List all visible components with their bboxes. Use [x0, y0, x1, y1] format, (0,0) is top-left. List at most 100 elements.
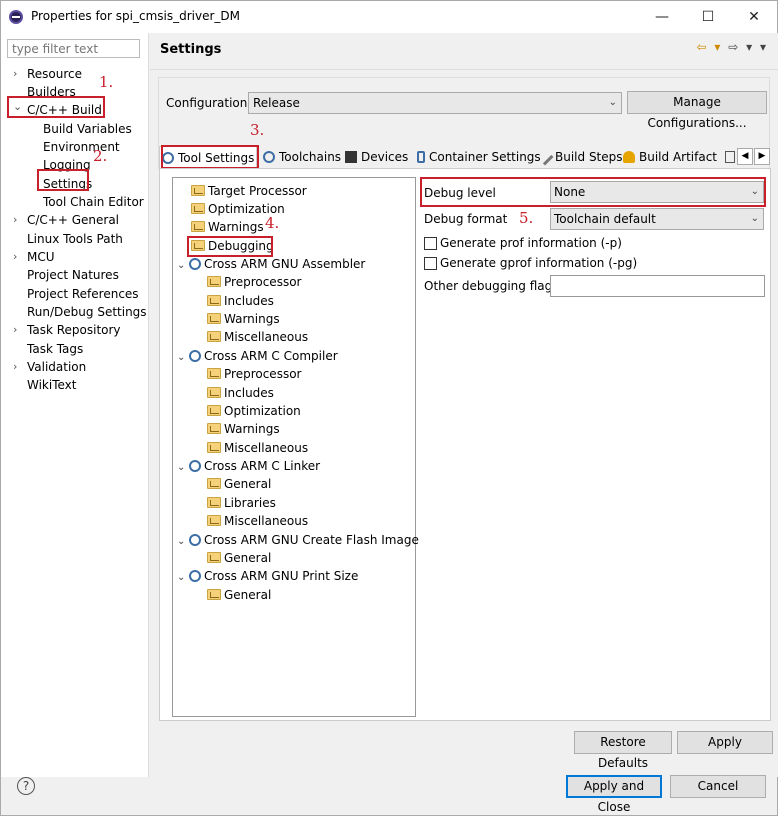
nav-item-cpp-general[interactable]: › C/C++ General: [13, 211, 119, 229]
tab-overflow-icon[interactable]: [723, 146, 737, 168]
tree-cross-arm-gnu-print-size[interactable]: ⌄ Cross ARM GNU Print Size: [177, 567, 358, 585]
nav-item-run-debug-settings[interactable]: Run/Debug Settings: [27, 303, 147, 321]
configuration-select[interactable]: Release ⌄: [248, 92, 622, 114]
nav-item-validation[interactable]: › Validation: [13, 358, 86, 376]
nav-item-linux-tools-path[interactable]: Linux Tools Path: [27, 230, 123, 248]
help-icon[interactable]: ?: [17, 777, 35, 795]
devices-icon: [345, 151, 357, 163]
tab-scroll-right-icon[interactable]: ▶: [754, 148, 770, 165]
filter-input[interactable]: [7, 39, 140, 58]
nav-item-tool-chain-editor[interactable]: Tool Chain Editor: [43, 193, 144, 211]
nav-item-environment[interactable]: Environment: [43, 138, 120, 156]
tree-miscellaneous[interactable]: Miscellaneous: [207, 439, 308, 457]
nav-item-wikitext[interactable]: WikiText: [27, 376, 77, 394]
nav-item-mcu[interactable]: › MCU: [13, 248, 55, 266]
header-separator: [150, 69, 778, 70]
highlight-debug-level: [420, 177, 766, 207]
gprof-label: Generate gprof information (-pg): [440, 256, 638, 270]
tree-cross-arm-gnu-create-flash-image[interactable]: ⌄ Cross ARM GNU Create Flash Image: [177, 531, 419, 549]
tab-scroll-left-icon[interactable]: ◀: [737, 148, 753, 165]
tree-cross-arm-c-compiler[interactable]: ⌄ Cross ARM C Compiler: [177, 347, 338, 365]
annotation-1: 1.: [99, 73, 114, 91]
close-button[interactable]: ✕: [731, 1, 777, 33]
settings-header: Settings ⇦ ▾ ⇨ ▾ ▾: [150, 33, 778, 67]
tree-warnings[interactable]: Warnings: [207, 310, 280, 328]
cancel-button[interactable]: Cancel: [670, 775, 766, 798]
apply-and-close-button[interactable]: Apply and Close: [566, 775, 662, 814]
tree-includes[interactable]: Includes: [207, 384, 274, 402]
prof-checkbox[interactable]: [424, 237, 437, 250]
folder-icon: [207, 497, 221, 508]
annotation-3: 3.: [250, 121, 265, 139]
nav-item-project-references[interactable]: Project References: [27, 285, 139, 303]
window-title: Properties for spi_cmsis_driver_DM: [31, 9, 240, 23]
tree-general[interactable]: General: [207, 586, 271, 604]
title-bar: Properties for spi_cmsis_driver_DM — ☐ ✕: [1, 1, 777, 33]
tree-includes[interactable]: Includes: [207, 292, 274, 310]
tree-miscellaneous[interactable]: Miscellaneous: [207, 328, 308, 346]
debug-format-label: Debug format: [424, 212, 508, 226]
debug-format-select[interactable]: Toolchain default ⌄: [550, 208, 764, 230]
tree-warnings[interactable]: Warnings: [191, 218, 264, 236]
chevron-down-icon: ⌄: [750, 213, 759, 224]
manage-configurations-button[interactable]: Manage Configurations...: [627, 91, 767, 130]
tree-general[interactable]: General: [207, 475, 271, 493]
maximize-button[interactable]: ☐: [685, 1, 731, 33]
tab-devices[interactable]: Devices: [343, 146, 409, 168]
gprof-checkbox[interactable]: [424, 257, 437, 270]
nav-item-task-repository[interactable]: › Task Repository: [13, 321, 121, 339]
history-nav[interactable]: ⇦ ▾ ⇨ ▾ ▾: [697, 40, 768, 54]
trophy-icon: [623, 151, 635, 163]
minimize-button[interactable]: —: [639, 1, 685, 33]
annotation-4: 4.: [265, 214, 280, 232]
toolchains-icon: [263, 151, 275, 163]
tree-optimization[interactable]: Optimization: [207, 402, 301, 420]
container-icon: [417, 151, 425, 163]
folder-icon: [207, 387, 221, 398]
gear-icon: [189, 350, 201, 362]
nav-item-task-tags[interactable]: Task Tags: [27, 340, 83, 358]
folder-icon: [207, 405, 221, 416]
nav-item-project-natures[interactable]: Project Natures: [27, 266, 119, 284]
settings-pane: Settings ⇦ ▾ ⇨ ▾ ▾ Configuration: Releas…: [150, 33, 778, 777]
build-steps-icon: [536, 148, 554, 166]
tree-cross-arm-c-linker[interactable]: ⌄ Cross ARM C Linker: [177, 457, 320, 475]
tool-settings-body: Target Processor Optimization Warnings D…: [159, 168, 771, 721]
folder-icon: [191, 203, 205, 214]
other-flags-input[interactable]: [550, 275, 765, 297]
forward-icon[interactable]: ⇨ ▾ ▾: [728, 40, 768, 54]
tree-preprocessor[interactable]: Preprocessor: [207, 365, 301, 383]
tree-cross-arm-gnu-assembler[interactable]: ⌄ Cross ARM GNU Assembler: [177, 255, 365, 273]
tab-toolchains[interactable]: Toolchains: [261, 146, 341, 168]
tab-build-artifact[interactable]: Build Artifact: [621, 146, 721, 168]
gear-icon: [189, 534, 201, 546]
properties-window: Properties for spi_cmsis_driver_DM — ☐ ✕…: [0, 0, 778, 816]
annotation-5: 5.: [519, 209, 534, 227]
tree-general[interactable]: General: [207, 549, 271, 567]
highlight-tool-settings: [161, 145, 259, 169]
folder-icon: [207, 478, 221, 489]
restore-defaults-button[interactable]: Restore Defaults: [574, 731, 672, 770]
folder-icon: [207, 313, 221, 324]
folder-icon: [207, 552, 221, 563]
tab-container-settings[interactable]: Container Settings: [415, 146, 541, 168]
tree-miscellaneous[interactable]: Miscellaneous: [207, 512, 308, 530]
folder-icon: [207, 295, 221, 306]
folder-icon: [191, 185, 205, 196]
tab-build-steps[interactable]: Build Steps: [536, 146, 623, 168]
nav-item-build-variables[interactable]: Build Variables: [43, 120, 132, 138]
tree-target-processor[interactable]: Target Processor: [191, 182, 307, 200]
gear-icon: [189, 460, 201, 472]
sidebar: ›Resource Builders ⌄C/C++ Build Build Va…: [1, 33, 149, 777]
tree-libraries[interactable]: Libraries: [207, 494, 276, 512]
apply-button[interactable]: Apply: [677, 731, 773, 754]
nav-item-resource[interactable]: › Resource: [13, 65, 82, 83]
folder-icon: [207, 442, 221, 453]
back-icon[interactable]: ⇦ ▾: [697, 40, 723, 54]
prof-label: Generate prof information (-p): [440, 236, 622, 250]
gear-icon: [189, 570, 201, 582]
folder-icon: [207, 515, 221, 526]
tree-preprocessor[interactable]: Preprocessor: [207, 273, 301, 291]
tree-warnings[interactable]: Warnings: [207, 420, 280, 438]
folder-icon: [207, 423, 221, 434]
